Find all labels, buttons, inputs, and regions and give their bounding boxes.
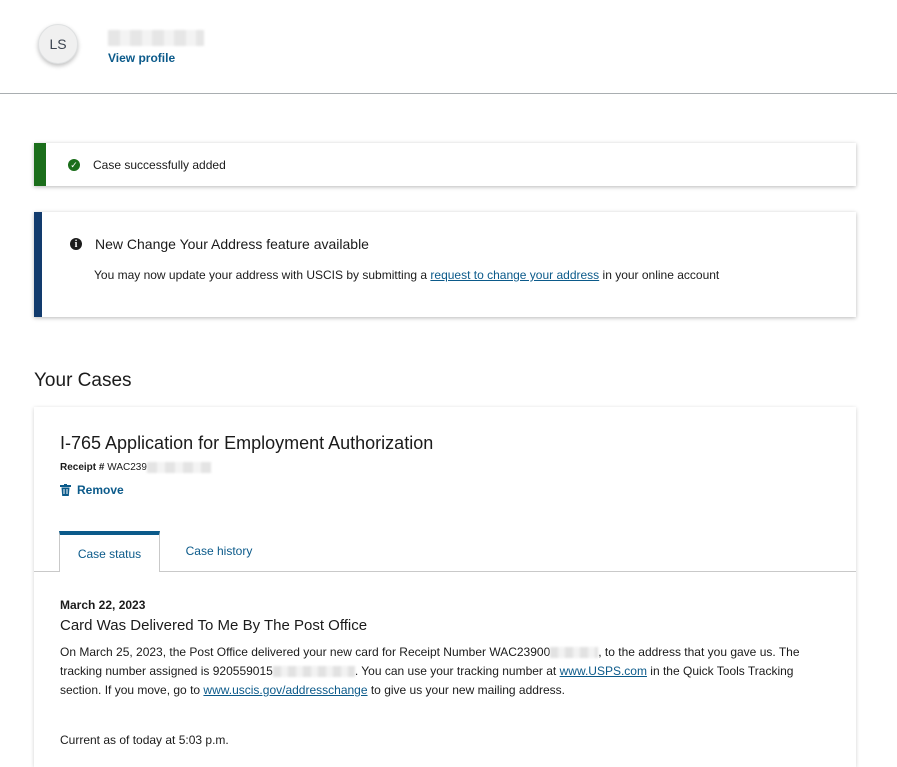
avatar: LS: [38, 24, 78, 64]
success-alert-text: Case successfully added: [93, 158, 226, 172]
info-alert-body-suffix: in your online account: [599, 268, 720, 282]
tab-case-history[interactable]: Case history: [174, 531, 264, 571]
trash-icon: [60, 484, 71, 496]
case-card: I-765 Application for Employment Authori…: [34, 407, 856, 767]
check-circle-icon: ✓: [68, 159, 80, 171]
case-tabs: Case status Case history: [34, 531, 856, 572]
profile-header: LS View profile: [0, 0, 897, 94]
success-alert: ✓ Case successfully added: [34, 143, 856, 186]
receipt-number: Receipt # WAC239: [60, 462, 211, 473]
status-title: Card Was Delivered To Me By The Post Off…: [60, 617, 368, 634]
status-body-part5: to give us your new mailing address.: [367, 683, 565, 697]
case-title: I-765 Application for Employment Authori…: [60, 433, 434, 453]
receipt-value: WAC239: [107, 462, 147, 474]
status-body-part1: On March 25, 2023, the Post Office deliv…: [60, 645, 551, 659]
info-circle-icon: i: [70, 238, 82, 250]
remove-case-button[interactable]: Remove: [60, 483, 124, 497]
redacted-username: [108, 30, 204, 46]
info-alert-body: You may now update your address with USC…: [94, 268, 719, 282]
info-alert-body-prefix: You may now update your address with USC…: [94, 268, 431, 282]
status-body-part3: . You can use your tracking number at: [354, 664, 560, 678]
info-alert-heading: New Change Your Address feature availabl…: [95, 236, 369, 252]
usps-link[interactable]: www.USPS.com: [560, 664, 647, 678]
redacted-tracking-number: [272, 666, 355, 678]
current-as-of: Current as of today at 5:03 p.m.: [60, 733, 229, 747]
your-cases-heading: Your Cases: [34, 370, 132, 391]
redacted-receipt: [146, 462, 211, 473]
status-date: March 22, 2023: [60, 598, 146, 612]
tab-case-status[interactable]: Case status: [59, 531, 160, 572]
receipt-label: Receipt #: [60, 462, 105, 474]
remove-label: Remove: [77, 483, 124, 497]
redacted-receipt-number: [550, 647, 599, 659]
info-alert: i New Change Your Address feature availa…: [34, 212, 856, 317]
view-profile-link[interactable]: View profile: [108, 51, 175, 65]
status-body: On March 25, 2023, the Post Office deliv…: [60, 643, 830, 700]
change-address-link[interactable]: request to change your address: [430, 268, 599, 282]
address-change-link[interactable]: www.uscis.gov/addresschange: [203, 683, 367, 697]
